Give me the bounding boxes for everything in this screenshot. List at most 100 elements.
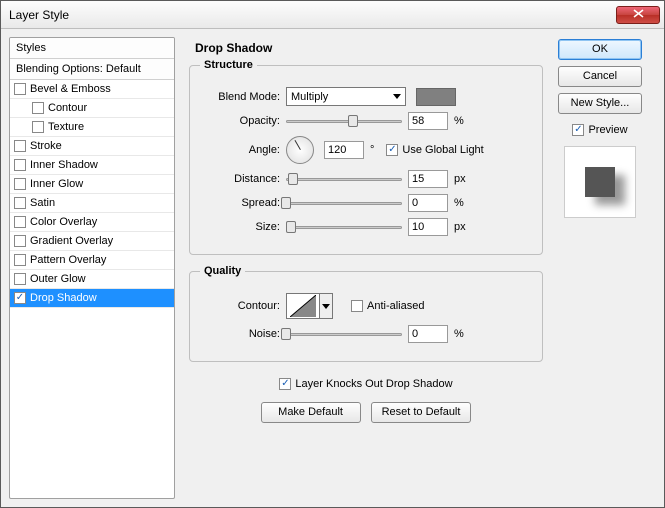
opacity-slider[interactable] [286,114,402,128]
checkbox-icon[interactable] [14,159,26,171]
global-light-checkbox[interactable] [386,144,398,156]
sidebar-item-label: Inner Shadow [30,159,98,171]
blend-mode-select[interactable]: Multiply [286,87,406,106]
sidebar-item-label: Inner Glow [30,178,83,190]
slider-thumb-icon[interactable] [281,328,291,340]
preview-checkbox[interactable] [572,124,584,136]
sidebar-item-inner-shadow[interactable]: Inner Shadow [10,156,174,175]
knockout-checkbox[interactable] [279,378,291,390]
shadow-color-swatch[interactable] [416,88,456,106]
noise-unit: % [454,328,472,340]
sidebar-header-blending[interactable]: Blending Options: Default [10,59,174,80]
structure-group: Structure Blend Mode: Multiply Opacity: [189,59,543,255]
checkbox-icon[interactable] [14,235,26,247]
sidebar-item-label: Satin [30,197,55,209]
slider-thumb-icon[interactable] [281,197,291,209]
noise-label: Noise: [200,328,280,340]
sidebar-item-label: Bevel & Emboss [30,83,111,95]
spread-unit: % [454,197,472,209]
window-title: Layer Style [9,8,616,22]
quality-group: Quality Contour: Anti-aliased [189,265,543,362]
quality-legend: Quality [200,265,245,277]
checkbox-icon[interactable] [14,254,26,266]
sidebar-item-drop-shadow[interactable]: Drop Shadow [10,289,174,308]
sidebar-item-label: Contour [48,102,87,114]
sidebar-item-contour[interactable]: Contour [10,99,174,118]
sidebar-item-label: Pattern Overlay [30,254,106,266]
angle-wheel[interactable] [286,136,314,164]
angle-label: Angle: [200,144,280,156]
slider-thumb-icon[interactable] [286,221,296,233]
sidebar-item-label: Drop Shadow [30,292,97,304]
blend-mode-label: Blend Mode: [200,91,280,103]
distance-slider[interactable] [286,172,402,186]
cancel-button[interactable]: Cancel [558,66,642,87]
size-unit: px [454,221,472,233]
noise-input[interactable]: 0 [408,325,448,343]
sidebar-item-label: Texture [48,121,84,133]
main-panel: Drop Shadow Structure Blend Mode: Multip… [183,37,549,499]
contour-dropdown[interactable] [320,293,333,319]
dialog-body: Styles Blending Options: Default Bevel &… [1,29,664,507]
angle-unit: ° [370,144,374,156]
sidebar-item-inner-glow[interactable]: Inner Glow [10,175,174,194]
sidebar-header-styles[interactable]: Styles [10,38,174,59]
sidebar-item-outer-glow[interactable]: Outer Glow [10,270,174,289]
preview-square-icon [585,167,615,197]
reset-default-button[interactable]: Reset to Default [371,402,472,423]
spread-slider[interactable] [286,196,402,210]
sidebar-item-label: Stroke [30,140,62,152]
size-input[interactable]: 10 [408,218,448,236]
opacity-input[interactable]: 58 [408,112,448,130]
checkbox-icon[interactable] [14,292,26,304]
spread-input[interactable]: 0 [408,194,448,212]
sidebar-item-satin[interactable]: Satin [10,194,174,213]
checkbox-icon[interactable] [14,83,26,95]
checkbox-icon[interactable] [32,121,44,133]
opacity-unit: % [454,115,472,127]
checkbox-icon[interactable] [14,216,26,228]
knockout-label: Layer Knocks Out Drop Shadow [295,378,452,390]
layer-style-window: Layer Style Styles Blending Options: Def… [0,0,665,508]
angle-needle-icon [295,140,301,150]
close-icon [633,9,644,21]
panel-title: Drop Shadow [189,41,543,59]
contour-picker[interactable] [286,293,320,319]
angle-input[interactable]: 120 [324,141,364,159]
sidebar-item-stroke[interactable]: Stroke [10,137,174,156]
checkbox-icon[interactable] [14,197,26,209]
distance-label: Distance: [200,173,280,185]
size-slider[interactable] [286,220,402,234]
slider-thumb-icon[interactable] [288,173,298,185]
chevron-down-icon [393,94,401,99]
ok-button[interactable]: OK [558,39,642,60]
global-light-label: Use Global Light [402,144,483,156]
size-label: Size: [200,221,280,233]
sidebar-item-label: Color Overlay [30,216,97,228]
sidebar-item-pattern-overlay[interactable]: Pattern Overlay [10,251,174,270]
preview-label: Preview [588,124,627,136]
anti-aliased-label: Anti-aliased [367,300,424,312]
contour-label: Contour: [200,300,280,312]
checkbox-icon[interactable] [14,178,26,190]
checkbox-icon[interactable] [14,273,26,285]
sidebar-item-gradient-overlay[interactable]: Gradient Overlay [10,232,174,251]
structure-legend: Structure [200,59,257,71]
sidebar-item-bevel-emboss[interactable]: Bevel & Emboss [10,80,174,99]
sidebar-item-texture[interactable]: Texture [10,118,174,137]
checkbox-icon[interactable] [32,102,44,114]
anti-aliased-checkbox[interactable] [351,300,363,312]
sidebar-item-label: Outer Glow [30,273,86,285]
make-default-button[interactable]: Make Default [261,402,361,423]
slider-thumb-icon[interactable] [348,115,358,127]
distance-input[interactable]: 15 [408,170,448,188]
opacity-label: Opacity: [200,115,280,127]
close-button[interactable] [616,6,660,24]
noise-slider[interactable] [286,327,402,341]
spread-label: Spread: [200,197,280,209]
checkbox-icon[interactable] [14,140,26,152]
chevron-down-icon [322,304,330,309]
titlebar[interactable]: Layer Style [1,1,664,29]
sidebar-item-color-overlay[interactable]: Color Overlay [10,213,174,232]
new-style-button[interactable]: New Style... [558,93,642,114]
